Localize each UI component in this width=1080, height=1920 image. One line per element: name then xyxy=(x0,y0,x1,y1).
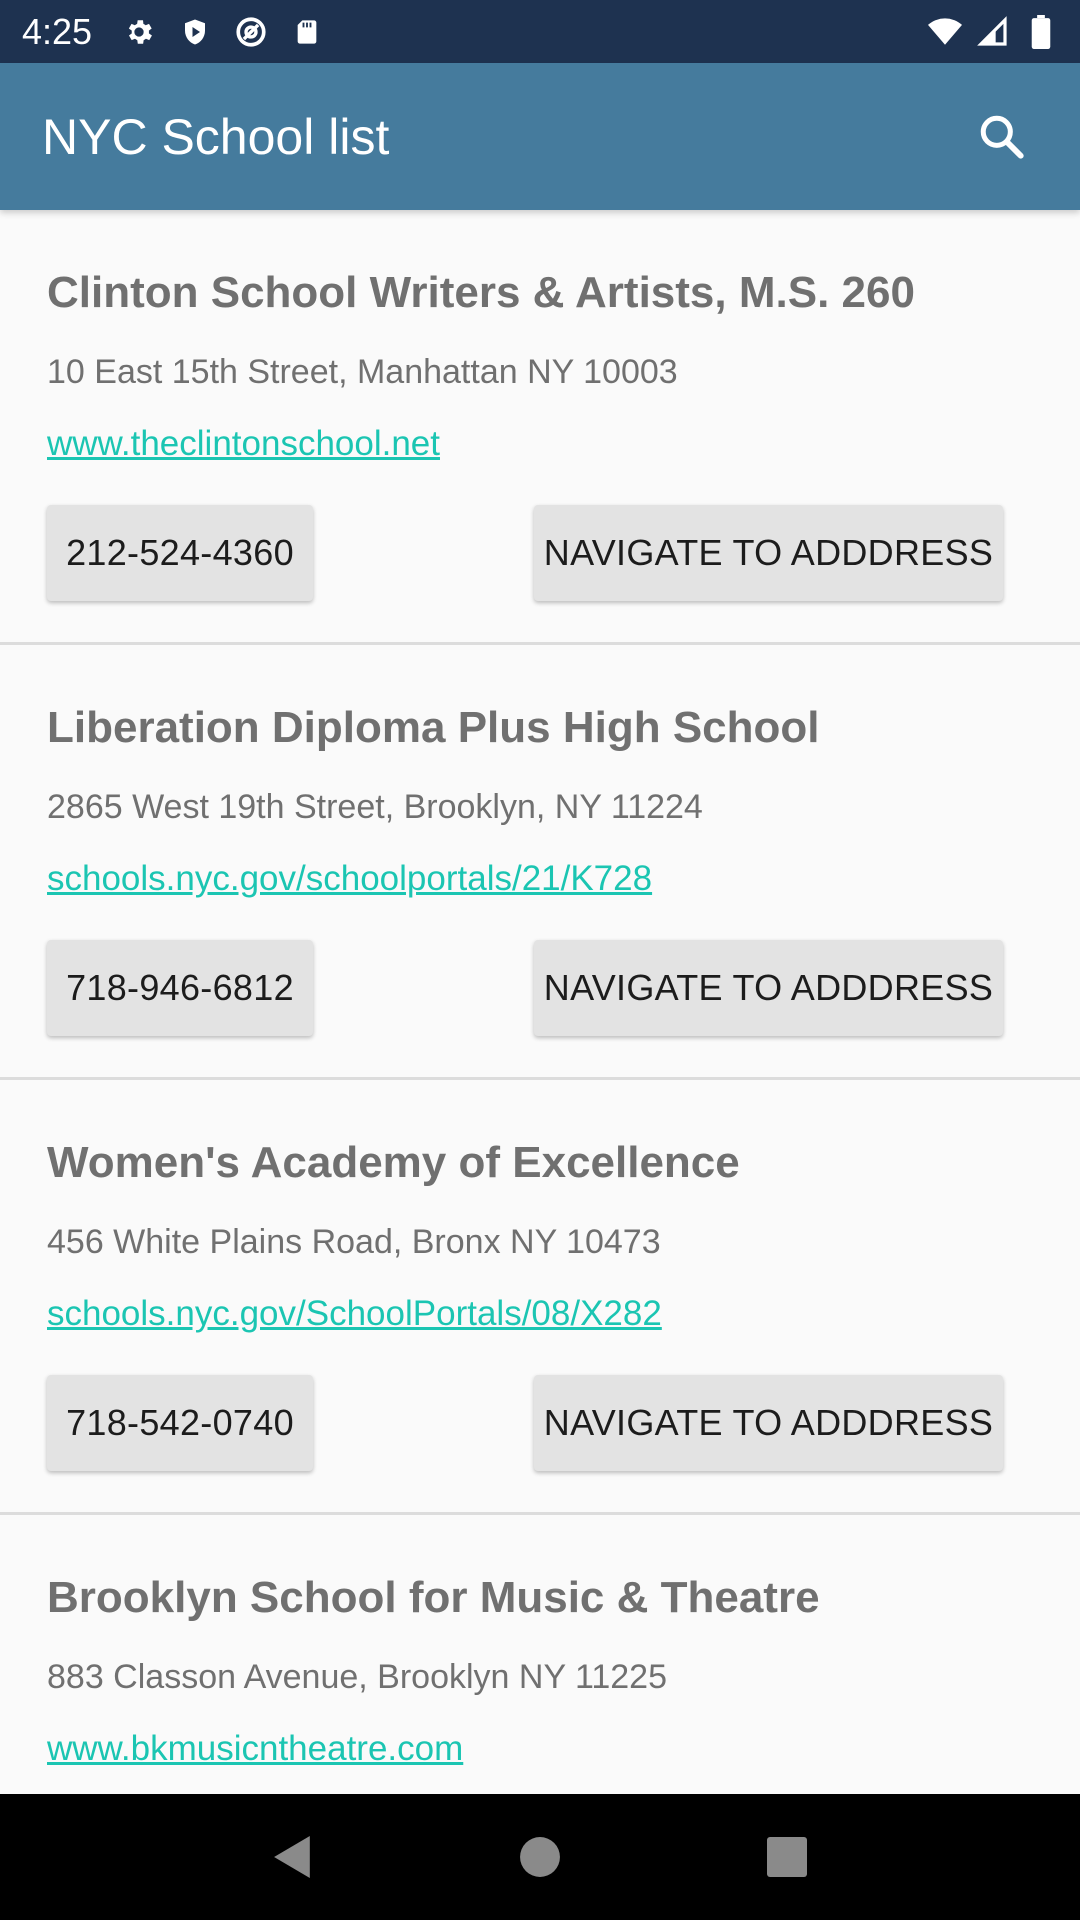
school-card: Clinton School Writers & Artists, M.S. 2… xyxy=(0,210,1080,645)
school-name: Clinton School Writers & Artists, M.S. 2… xyxy=(47,268,915,317)
navigate-button[interactable]: NAVIGATE TO ADDDRESS xyxy=(534,1375,1003,1471)
school-card: Liberation Diploma Plus High School 2865… xyxy=(0,645,1080,1080)
signal-icon xyxy=(976,15,1010,49)
school-website-link[interactable]: schools.nyc.gov/schoolportals/21/K728 xyxy=(47,859,652,899)
school-address: 10 East 15th Street, Manhattan NY 10003 xyxy=(47,353,678,391)
call-button[interactable]: 718-542-0740 xyxy=(47,1375,313,1471)
page-title: NYC School list xyxy=(42,108,390,165)
school-address: 883 Classon Avenue, Brooklyn NY 11225 xyxy=(47,1658,667,1696)
battery-icon xyxy=(1024,14,1058,49)
call-button[interactable]: 718-946-6812 xyxy=(47,940,313,1036)
settings-icon xyxy=(122,15,156,49)
back-button[interactable] xyxy=(263,1827,323,1887)
status-icons-right xyxy=(928,14,1058,49)
status-time: 4:25 xyxy=(22,10,93,52)
school-website-link[interactable]: www.bkmusicntheatre.com xyxy=(47,1729,463,1769)
school-card: Women's Academy of Excellence 456 White … xyxy=(0,1080,1080,1515)
school-website-link[interactable]: schools.nyc.gov/SchoolPortals/08/X282 xyxy=(47,1294,662,1334)
school-website-link[interactable]: www.theclintonschool.net xyxy=(47,424,440,464)
back-icon xyxy=(274,1836,311,1878)
wifi-icon xyxy=(928,15,962,49)
school-name: Liberation Diploma Plus High School xyxy=(47,703,820,752)
system-nav-bar xyxy=(0,1794,1080,1920)
search-icon xyxy=(980,115,1024,159)
recents-icon xyxy=(766,1837,807,1877)
school-address: 456 White Plains Road, Bronx NY 10473 xyxy=(47,1223,661,1261)
call-button[interactable]: 212-524-4360 xyxy=(47,505,313,601)
sd-card-icon xyxy=(290,15,324,49)
school-card: Brooklyn School for Music & Theatre 883 … xyxy=(0,1515,1080,1794)
search-button[interactable] xyxy=(966,101,1038,173)
school-list[interactable]: Clinton School Writers & Artists, M.S. 2… xyxy=(0,210,1080,1794)
home-icon xyxy=(520,1837,560,1877)
shield-icon xyxy=(178,15,212,49)
school-address: 2865 West 19th Street, Brooklyn, NY 1122… xyxy=(47,788,703,826)
home-button[interactable] xyxy=(510,1827,570,1887)
status-icons-left xyxy=(122,15,324,49)
app-bar: NYC School list xyxy=(0,63,1080,210)
school-name: Women's Academy of Excellence xyxy=(47,1138,740,1187)
at-sign-icon xyxy=(234,15,268,49)
recents-button[interactable] xyxy=(757,1827,817,1887)
navigate-button[interactable]: NAVIGATE TO ADDDRESS xyxy=(534,940,1003,1036)
school-name: Brooklyn School for Music & Theatre xyxy=(47,1573,820,1622)
status-bar: 4:25 xyxy=(0,0,1080,63)
navigate-button[interactable]: NAVIGATE TO ADDDRESS xyxy=(534,505,1003,601)
